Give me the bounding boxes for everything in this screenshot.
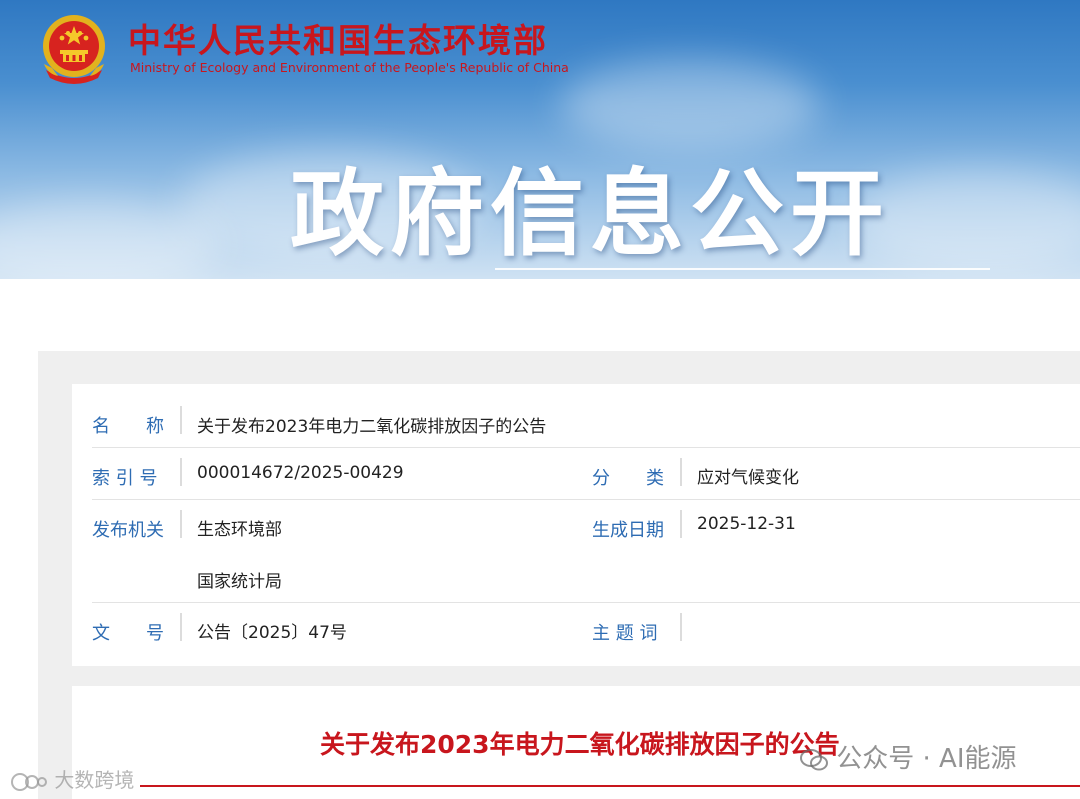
watermark-right-text: 公众号 · AI能源 (836, 744, 1017, 774)
brand-logo-icon (11, 772, 47, 791)
watermark-left-text: 大数跨境 (54, 768, 135, 792)
document-title-underline (140, 785, 1080, 787)
section-title: 政府信息公开 (290, 160, 891, 269)
keywords-label: 主 题 词 (592, 623, 658, 644)
issuer-value-1: 生态环境部 (197, 520, 282, 540)
row-divider (680, 458, 682, 486)
date-label: 生成日期 (592, 520, 664, 541)
index-value: 000014672/2025-00429 (197, 463, 404, 483)
site-name-en: Ministry of Ecology and Environment of t… (130, 60, 569, 75)
category-value: 应对气候变化 (697, 468, 799, 488)
date-value: 2025-12-31 (697, 514, 796, 534)
docno-label: 文 号 (92, 623, 164, 644)
row-divider (180, 510, 182, 538)
row-divider (680, 613, 682, 641)
watermark-left: 大数跨境 (10, 764, 134, 793)
row-divider (680, 510, 682, 538)
header-banner: 中华人民共和国生态环境部 Ministry of Ecology and Env… (0, 0, 1080, 279)
issuer-label: 发布机关 (92, 520, 164, 541)
category-label: 分 类 (592, 468, 664, 489)
index-label: 索 引 号 (92, 468, 158, 489)
info-row-issuer: 发布机关 生态环境部 国家统计局 生成日期 2025-12-31 (92, 500, 1080, 603)
name-label: 名 称 (92, 416, 164, 437)
watermark-right: 公众号 · AI能源 (800, 738, 1017, 775)
name-value: 关于发布2023年电力二氧化碳排放因子的公告 (197, 417, 547, 437)
info-row-docno: 文 号 公告〔2025〕47号 主 题 词 (92, 603, 1080, 654)
info-row-index: 索 引 号 000014672/2025-00429 分 类 应对气候变化 (92, 448, 1080, 500)
document-title: 关于发布2023年电力二氧化碳排放因子的公告 (320, 730, 840, 759)
wechat-icon (800, 748, 828, 770)
title-underline (495, 268, 990, 270)
info-table: 名 称 关于发布2023年电力二氧化碳排放因子的公告 索 引 号 0000146… (72, 384, 1080, 666)
site-name-cn: 中华人民共和国生态环境部 (128, 21, 548, 60)
issuer-value-2: 国家统计局 (197, 572, 282, 592)
docno-value: 公告〔2025〕47号 (197, 623, 347, 643)
info-row-name: 名 称 关于发布2023年电力二氧化碳排放因子的公告 (92, 396, 1080, 448)
row-divider (180, 613, 182, 641)
row-divider (180, 406, 182, 434)
row-divider (180, 458, 182, 486)
national-emblem-icon (43, 15, 105, 84)
